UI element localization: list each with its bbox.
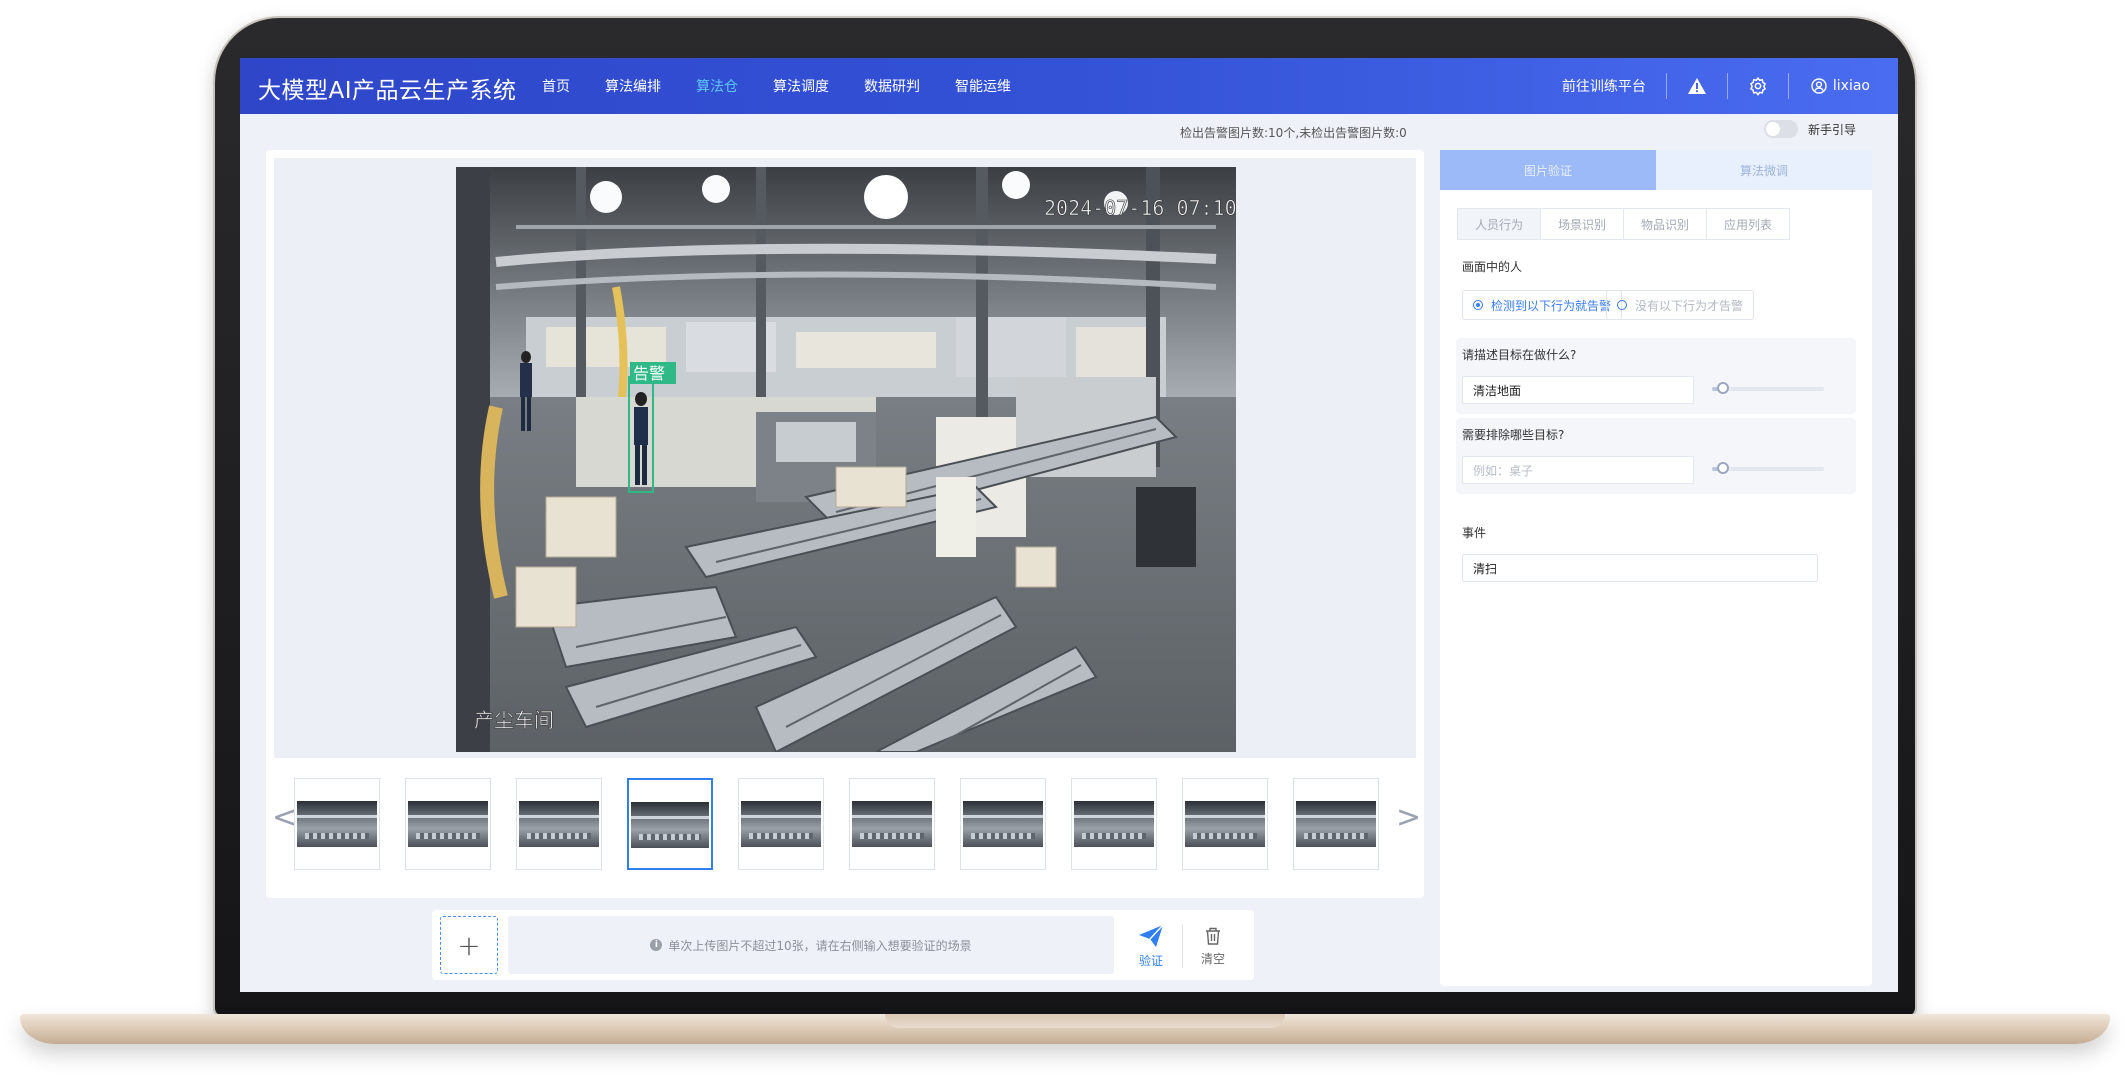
- nav-item-orchestration[interactable]: 算法编排: [605, 76, 661, 96]
- warning-icon[interactable]: [1667, 77, 1727, 95]
- upload-hint-text: 单次上传图片不超过10张，请在右侧输入想要验证的场景: [668, 938, 972, 953]
- upload-hint-box: i 单次上传图片不超过10张，请在右侧输入想要验证的场景: [508, 916, 1114, 974]
- detection-count-text: 检出告警图片数:10个,未检出告警图片数:0: [1180, 126, 1407, 140]
- laptop-base: [20, 1014, 2110, 1044]
- upload-bar: + i 单次上传图片不超过10张，请在右侧输入想要验证的场景 验证 清空: [432, 910, 1254, 980]
- thumbnail[interactable]: [849, 778, 935, 870]
- thumbnail[interactable]: [1071, 778, 1157, 870]
- subtab-object-recognition[interactable]: 物品识别: [1623, 208, 1708, 240]
- panel-tabs: 图片验证 算法微调: [1440, 150, 1872, 190]
- factory-camera-image: 告警 2024-07-16 07:10:58 产尘车间: [456, 167, 1236, 752]
- thumbnail[interactable]: [405, 778, 491, 870]
- user-menu[interactable]: lixiao: [1789, 78, 1870, 94]
- nav-item-data-analysis[interactable]: 数据研判: [864, 76, 920, 96]
- main-nav: 首页 算法编排 算法仓 算法调度 数据研判 智能运维: [542, 58, 1046, 114]
- info-icon: i: [650, 939, 663, 951]
- app-title: 大模型AI产品云生产系统: [258, 78, 517, 104]
- action-divider: [1182, 924, 1183, 968]
- plus-icon: +: [457, 928, 481, 962]
- trash-icon: [1206, 927, 1220, 945]
- radio-checked-icon: [1473, 300, 1483, 310]
- guide-label: 新手引导: [1808, 122, 1857, 137]
- thumbnail[interactable]: [738, 778, 824, 870]
- settings-panel: 图片验证 算法微调 人员行为 场景识别 物品识别 应用列表 画面中的人 检测到以…: [1440, 150, 1872, 986]
- event-label: 事件: [1462, 526, 1487, 540]
- thumbnail-selected[interactable]: [627, 778, 713, 870]
- thumbnail[interactable]: [516, 778, 602, 870]
- clear-label: 清空: [1200, 951, 1225, 966]
- target-action-block: 请描述目标在做什么? 清洁地面: [1456, 338, 1856, 414]
- nav-item-algorithm-store[interactable]: 算法仓: [696, 76, 738, 96]
- tab-algorithm-finetune[interactable]: 算法微调: [1656, 150, 1872, 190]
- radio-label: 没有以下行为才告警: [1635, 298, 1744, 313]
- thumbnail[interactable]: [1293, 778, 1379, 870]
- beginner-guide: 新手引导: [1764, 120, 1856, 138]
- laptop-base-notch: [885, 1014, 1285, 1028]
- image-viewer-panel: 告警 2024-07-16 07:10:58 产尘车间 <: [266, 150, 1424, 898]
- thumbnail[interactable]: [1182, 778, 1268, 870]
- exclude-target-question: 需要排除哪些目标?: [1462, 428, 1565, 442]
- radio-label: 检测到以下行为就告警: [1491, 298, 1612, 313]
- radio-alert-without-behavior[interactable]: 没有以下行为才告警: [1606, 290, 1755, 320]
- training-platform-link[interactable]: 前往训练平台: [1542, 76, 1666, 96]
- gear-icon[interactable]: [1728, 76, 1788, 96]
- nav-item-scheduling[interactable]: 算法调度: [773, 76, 829, 96]
- top-navbar: 大模型AI产品云生产系统 首页 算法编排 算法仓 算法调度 数据研判 智能运维 …: [240, 58, 1898, 114]
- threshold-slider[interactable]: [1712, 462, 1824, 474]
- slider-knob[interactable]: [1717, 382, 1729, 394]
- thumbnail[interactable]: [960, 778, 1046, 870]
- verify-button[interactable]: 验证: [1126, 918, 1176, 974]
- camera-timestamp: 2024-07-16 07:10:58: [1044, 196, 1236, 220]
- send-icon: [1139, 924, 1164, 947]
- slider-knob[interactable]: [1717, 462, 1729, 474]
- add-image-button[interactable]: +: [440, 916, 498, 974]
- alarm-label: 告警: [633, 364, 665, 383]
- app-screen: 大模型AI产品云生产系统 首页 算法编排 算法仓 算法调度 数据研判 智能运维 …: [240, 58, 1898, 992]
- thumbnail-strip: < >: [266, 772, 1424, 870]
- verify-label: 验证: [1138, 953, 1163, 968]
- guide-toggle[interactable]: [1764, 120, 1798, 138]
- subtab-app-list[interactable]: 应用列表: [1706, 208, 1791, 240]
- tab-image-verify[interactable]: 图片验证: [1440, 150, 1656, 190]
- radio-alert-on-behavior[interactable]: 检测到以下行为就告警: [1462, 290, 1623, 320]
- clear-button[interactable]: 清空: [1188, 918, 1238, 974]
- top-right-toolbar: 前往训练平台 lixiao: [1542, 58, 1870, 114]
- user-icon: [1811, 78, 1827, 94]
- next-arrow[interactable]: >: [1396, 800, 1421, 835]
- image-preview-area: 告警 2024-07-16 07:10:58 产尘车间: [274, 158, 1416, 758]
- sub-tabs: 人员行为 场景识别 物品识别 应用列表: [1457, 208, 1791, 240]
- target-action-input[interactable]: 清洁地面: [1462, 376, 1694, 404]
- event-input[interactable]: 清扫: [1462, 554, 1818, 582]
- radio-unchecked-icon: [1617, 300, 1627, 310]
- nav-item-ops[interactable]: 智能运维: [955, 76, 1011, 96]
- target-action-question: 请描述目标在做什么?: [1462, 348, 1577, 362]
- section-people-label: 画面中的人: [1462, 260, 1523, 274]
- threshold-slider[interactable]: [1712, 382, 1824, 394]
- camera-location-label: 产尘车间: [474, 708, 554, 732]
- subtab-scene-recognition[interactable]: 场景识别: [1540, 208, 1625, 240]
- thumbnail[interactable]: [294, 778, 380, 870]
- username: lixiao: [1832, 78, 1870, 94]
- nav-item-home[interactable]: 首页: [542, 76, 570, 96]
- exclude-target-input[interactable]: 例如：桌子: [1462, 456, 1694, 484]
- subtab-person-behavior[interactable]: 人员行为: [1457, 208, 1542, 240]
- exclude-target-block: 需要排除哪些目标? 例如：桌子: [1456, 418, 1856, 494]
